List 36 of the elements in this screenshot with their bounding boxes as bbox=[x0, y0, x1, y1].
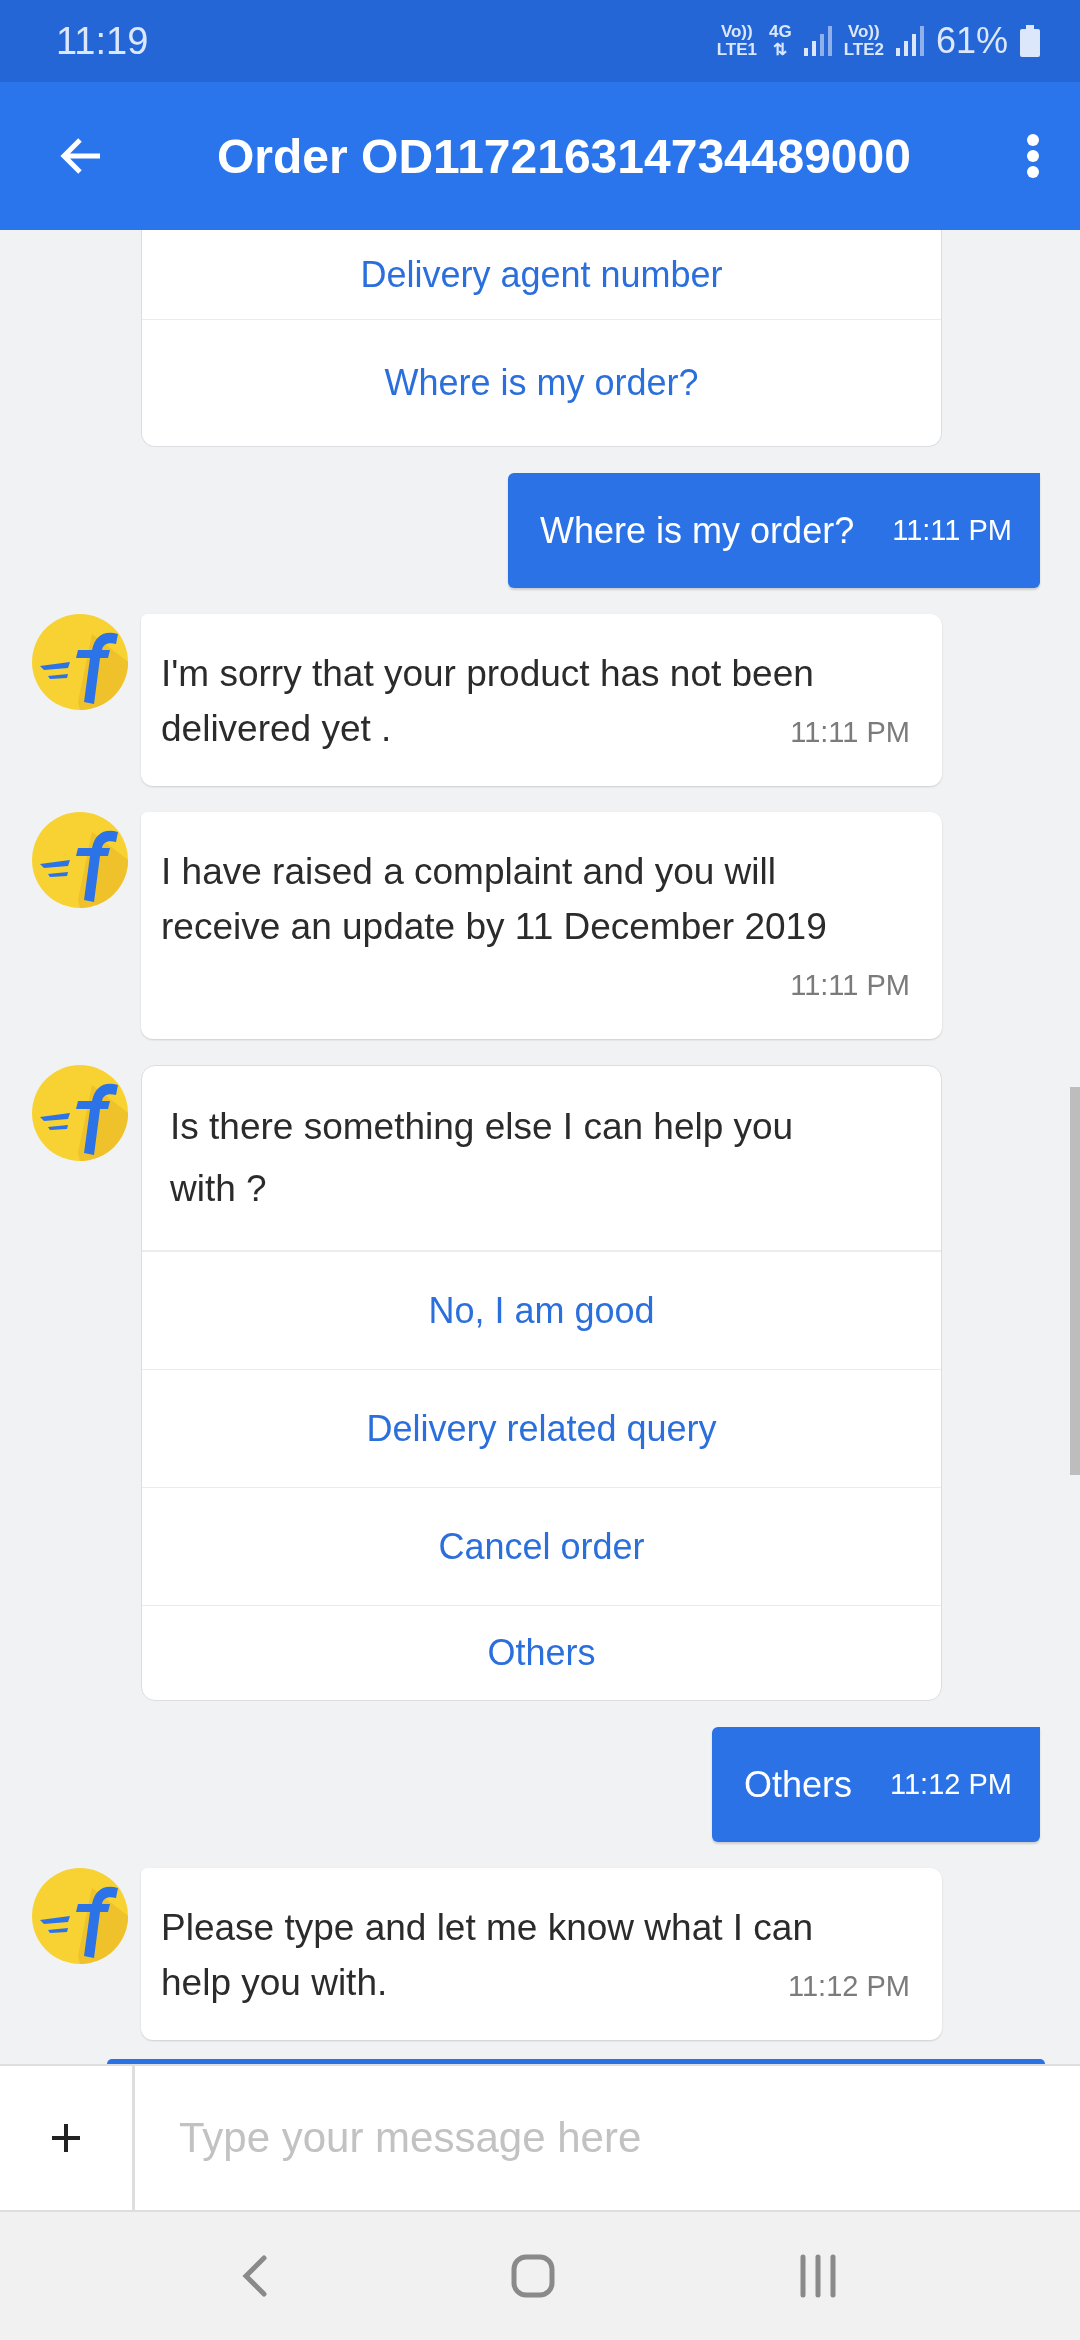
avatar-icon bbox=[32, 614, 128, 710]
message-time: 11:12 PM bbox=[787, 1969, 910, 2004]
message-text: Others bbox=[743, 1763, 852, 1806]
message-text: Please type and let me know what I can help you with. 11:12 PM bbox=[161, 1900, 910, 2010]
quick-reply-option[interactable]: Where is my order? bbox=[142, 319, 941, 446]
quick-reply-option[interactable]: Delivery agent number bbox=[142, 230, 941, 319]
message-input[interactable]: Type your message here bbox=[135, 2066, 1080, 2210]
signal-icon bbox=[895, 26, 924, 56]
avatar-icon bbox=[32, 812, 128, 908]
battery-level: 61% bbox=[935, 20, 1008, 62]
volte-indicator: Vo)) LTE1 bbox=[716, 23, 757, 59]
battery-icon bbox=[1020, 25, 1040, 57]
network-indicator: 4G ⇅ bbox=[768, 23, 792, 59]
signal-icon bbox=[803, 26, 832, 56]
message-time: 11:11 PM bbox=[892, 514, 1012, 547]
order-title: Order OD117216314734489000 bbox=[216, 128, 912, 184]
quick-reply-option[interactable]: Others bbox=[142, 1605, 941, 1700]
message-time: 11:11 PM bbox=[789, 715, 910, 750]
plus-icon[interactable] bbox=[50, 2122, 82, 2154]
message-text: Is there something else I can help you with ? bbox=[142, 1066, 941, 1251]
status-time: 11:19 bbox=[56, 19, 150, 63]
message-time: 11:11 PM bbox=[789, 968, 910, 1003]
back-arrow-icon[interactable] bbox=[58, 136, 102, 176]
message-text: Where is my order? bbox=[540, 509, 855, 552]
home-icon[interactable] bbox=[511, 2254, 555, 2298]
chevron-left-icon[interactable] bbox=[241, 2254, 268, 2298]
message-text: I'm sorry that your product has not been delivered yet . 11:11 PM bbox=[161, 646, 910, 756]
quick-reply-option[interactable]: No, I am good bbox=[142, 1251, 941, 1369]
message-time: 11:12 PM bbox=[890, 1768, 1012, 1801]
quick-reply-option[interactable]: Cancel order bbox=[142, 1487, 941, 1605]
volte-indicator: Vo)) LTE2 bbox=[843, 23, 884, 59]
recents-icon[interactable] bbox=[798, 2254, 839, 2298]
quick-reply-option[interactable]: Delivery related query bbox=[142, 1369, 941, 1487]
avatar-icon bbox=[32, 1065, 128, 1161]
more-icon[interactable] bbox=[1026, 133, 1040, 179]
avatar-icon bbox=[32, 1868, 128, 1964]
